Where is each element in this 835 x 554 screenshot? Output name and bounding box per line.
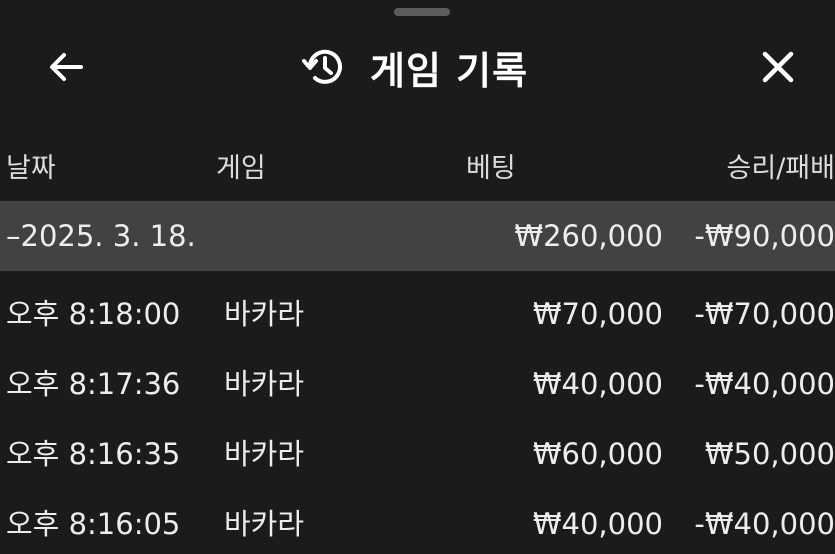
drag-handle[interactable]: [394, 8, 450, 16]
date-group-row[interactable]: –2025. 3. 18. ₩260,000 -₩90,000: [0, 201, 835, 271]
row-result: ₩50,000: [704, 437, 835, 471]
row-bet: ₩60,000: [532, 437, 663, 471]
row-result: -₩40,000: [694, 367, 835, 401]
row-game: 바카라: [224, 367, 305, 401]
table-row[interactable]: 오후 8:16:35 바카라 ₩60,000 ₩50,000: [0, 419, 835, 489]
title-group: 게임 기록: [300, 38, 528, 96]
column-header-bet[interactable]: 베팅: [466, 146, 516, 185]
history-icon: [302, 49, 342, 84]
column-header-result[interactable]: 승리/패배: [727, 146, 835, 185]
group-date: –2025. 3. 18.: [6, 219, 196, 253]
page-title: 게임 기록: [370, 48, 529, 93]
column-header-game[interactable]: 게임: [216, 146, 266, 185]
group-bet-total: ₩260,000: [514, 219, 663, 253]
game-history-screen: 게임 기록 날짜 게임 베팅 승리/패배 –2025. 3. 18. ₩260,…: [0, 0, 835, 554]
group-result-total: -₩90,000: [694, 219, 835, 253]
row-result: -₩70,000: [694, 297, 835, 331]
column-header-date[interactable]: 날짜: [6, 146, 56, 185]
row-game: 바카라: [224, 297, 305, 331]
row-bet: ₩40,000: [532, 367, 663, 401]
table-row[interactable]: 오후 8:18:00 바카라 ₩70,000 -₩70,000: [0, 279, 835, 349]
row-game: 바카라: [224, 437, 305, 471]
arrow-left-icon: [50, 53, 83, 81]
row-bet: ₩40,000: [532, 507, 663, 541]
row-result: -₩40,000: [694, 507, 835, 541]
close-button[interactable]: [748, 42, 808, 92]
row-time: 오후 8:18:00: [6, 297, 181, 331]
back-button[interactable]: [36, 42, 96, 92]
table-row[interactable]: 오후 8:17:36 바카라 ₩40,000 -₩40,000: [0, 349, 835, 419]
row-bet: ₩70,000: [532, 297, 663, 331]
row-time: 오후 8:16:35: [6, 437, 181, 471]
row-game: 바카라: [224, 507, 305, 541]
row-time: 오후 8:17:36: [6, 367, 181, 401]
header: 게임 기록: [0, 28, 835, 106]
table-row[interactable]: 오후 8:16:05 바카라 ₩40,000 -₩40,000: [0, 489, 835, 554]
row-time: 오후 8:16:05: [6, 507, 181, 541]
close-icon: [762, 51, 794, 83]
